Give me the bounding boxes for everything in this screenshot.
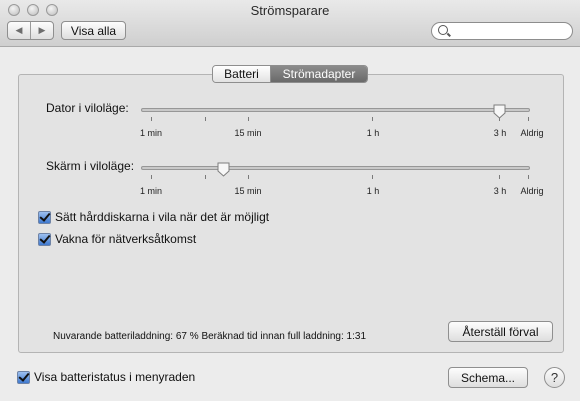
display-sleep-tick-label: 15 min — [234, 186, 262, 196]
show-battery-status-checkbox[interactable] — [17, 371, 30, 384]
schedule-button[interactable]: Schema... — [448, 367, 528, 388]
computer-sleep-tick-label: 15 min — [234, 128, 262, 138]
hard-disk-sleep-label: Sätt hårddiskarna i vila när det är möjl… — [55, 210, 270, 224]
display-sleep-slider-track[interactable] — [141, 166, 530, 170]
show-battery-status-label: Visa batteristatus i menyraden — [34, 370, 196, 384]
computer-sleep-tick-label: 1 min — [139, 128, 163, 138]
tab-power-adapter[interactable]: Strömadapter — [271, 66, 367, 82]
computer-sleep-tick-label: Aldrig — [520, 128, 544, 138]
display-sleep-tick-label: 3 h — [493, 186, 507, 196]
computer-sleep-label: Dator i viloläge: — [46, 101, 129, 115]
help-button[interactable]: ? — [544, 367, 565, 388]
display-sleep-tick-label: Aldrig — [520, 186, 544, 196]
power-source-tabs: Batteri Strömadapter — [212, 65, 368, 83]
battery-status-text: Nuvarande batteriladdning: 67 % Beräknad… — [53, 331, 366, 342]
window-titlebar: Strömsparare ◀ ▶ Visa alla — [0, 0, 580, 47]
computer-sleep-tick-label: 1 h — [366, 128, 380, 138]
hard-disk-sleep-checkbox[interactable] — [38, 211, 51, 224]
wake-network-checkbox[interactable] — [38, 233, 51, 246]
back-arrow-icon[interactable]: ◀ — [8, 22, 30, 39]
computer-sleep-tick-label: 3 h — [493, 128, 507, 138]
display-sleep-tick-label: 1 h — [366, 186, 380, 196]
search-icon — [438, 25, 448, 35]
time-to-full: Beräknad tid innan full laddning: 1:31 — [201, 331, 367, 342]
tab-battery[interactable]: Batteri — [213, 66, 271, 82]
restore-defaults-button[interactable]: Återställ förval — [448, 321, 553, 342]
forward-arrow-icon[interactable]: ▶ — [30, 22, 53, 39]
display-sleep-tick-label: 1 min — [139, 186, 163, 196]
back-forward-control: ◀ ▶ — [7, 21, 54, 40]
window-title: Strömsparare — [250, 3, 330, 18]
display-sleep-slider-knob[interactable] — [217, 162, 230, 177]
battery-charge: Nuvarande batteriladdning: 67 % — [53, 331, 199, 342]
wake-network-label: Vakna för nätverksåtkomst — [55, 232, 197, 246]
computer-sleep-slider-knob[interactable] — [493, 104, 506, 119]
search-field[interactable] — [431, 22, 573, 40]
show-all-button[interactable]: Visa alla — [61, 21, 126, 40]
search-input[interactable] — [452, 24, 567, 37]
display-sleep-label: Skärm i viloläge: — [46, 159, 135, 173]
computer-sleep-slider-track[interactable] — [141, 108, 530, 112]
